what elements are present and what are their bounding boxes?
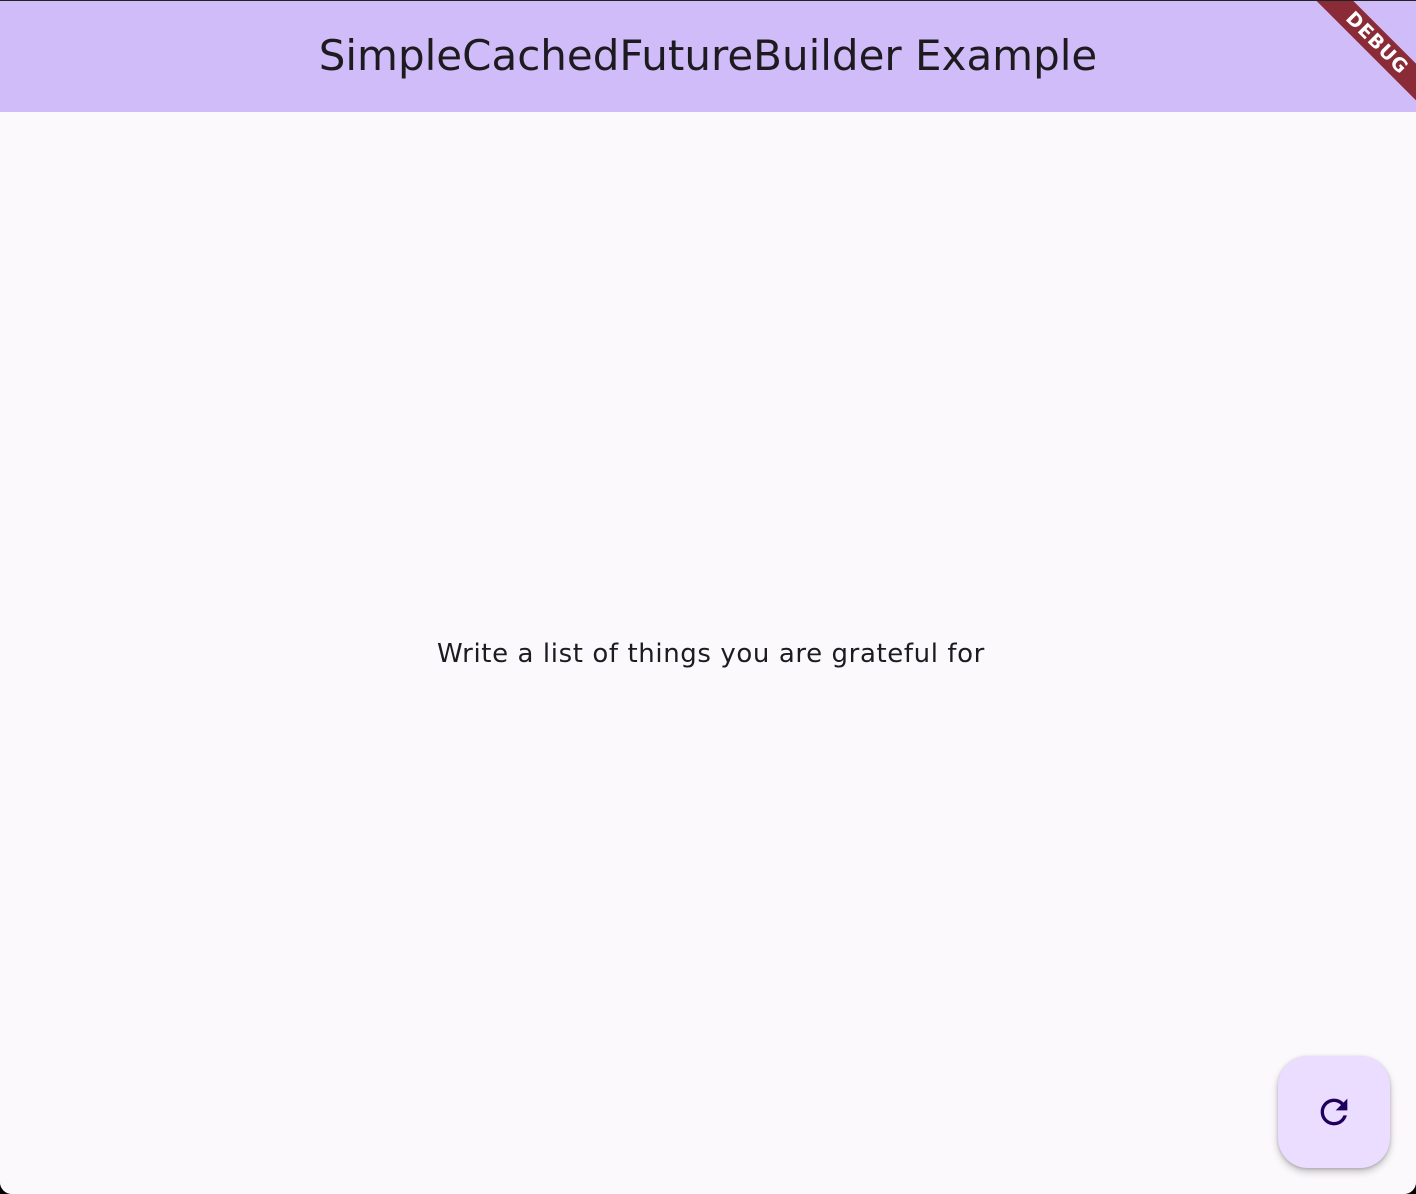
debug-banner-label: DEBUG (1307, 0, 1416, 112)
app-bar-title: SimpleCachedFutureBuilder Example (318, 30, 1098, 80)
refresh-icon (1320, 1098, 1348, 1126)
prompt-text: Write a list of things you are grateful … (437, 639, 985, 669)
app-window: SimpleCachedFutureBuilder Example DEBUG … (0, 0, 1416, 1194)
app-bar: SimpleCachedFutureBuilder Example (0, 0, 1416, 112)
page-body: Write a list of things you are grateful … (0, 112, 1416, 1194)
refresh-button[interactable] (1278, 1056, 1390, 1168)
window-top-border (0, 0, 1416, 1)
debug-banner: DEBUG (1304, 0, 1416, 112)
